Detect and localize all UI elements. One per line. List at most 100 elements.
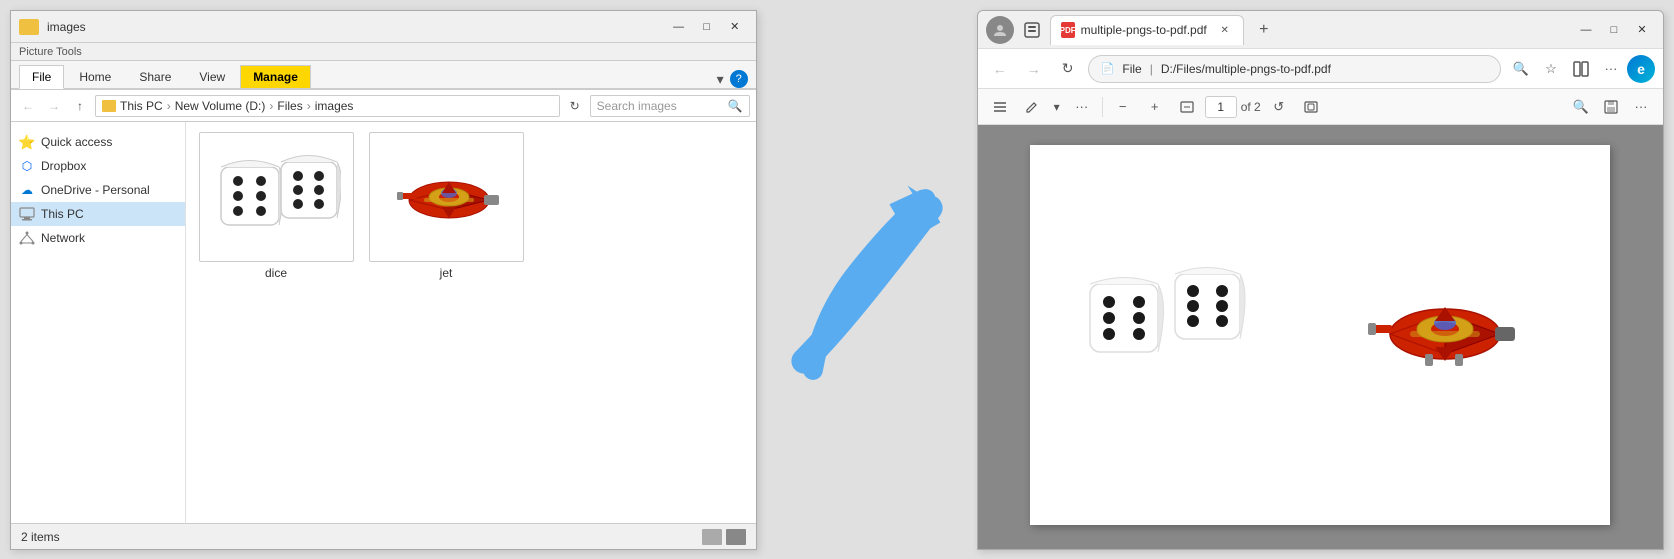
sidebar: ⭐ Quick access ⬡ Dropbox ☁ OneDrive - Pe… [11, 122, 186, 523]
browser-window-controls: — □ ✕ [1573, 20, 1655, 40]
more-tools-button[interactable]: ··· [1068, 93, 1096, 121]
pdf-jet-section [1340, 249, 1560, 422]
pdf-save-button[interactable] [1597, 93, 1625, 121]
refresh-button[interactable]: ↻ [564, 95, 586, 117]
network-icon [19, 230, 35, 246]
status-bar: 2 items [11, 523, 756, 549]
addr-url-path: D:/Files/multiple-pngs-to-pdf.pdf [1161, 62, 1331, 76]
file-indicator-icon: 📄 [1101, 62, 1115, 75]
tab-label: multiple-pngs-to-pdf.pdf [1081, 23, 1207, 37]
ribbon-expand-icon[interactable]: ▾ [717, 71, 724, 88]
split-screen-button[interactable] [1567, 55, 1595, 83]
toolbar-separator-1 [1102, 97, 1103, 117]
sidebar-label-dropbox: Dropbox [41, 159, 86, 173]
tab-file[interactable]: File [19, 65, 64, 89]
direction-arrow [777, 140, 957, 420]
details-view-icon[interactable] [702, 529, 722, 545]
sidebar-label-network: Network [41, 231, 85, 245]
browser-refresh-button[interactable]: ↻ [1054, 55, 1082, 83]
file-item-dice[interactable]: dice [196, 132, 356, 280]
minimize-button[interactable]: — [666, 17, 692, 37]
sidebar-item-dropbox[interactable]: ⬡ Dropbox [11, 154, 185, 178]
pdf-toolbar: ▾ ··· − + of 2 ↺ 🔍 ··· [978, 89, 1663, 125]
browser-close-button[interactable]: ✕ [1629, 20, 1655, 40]
view-icons [702, 529, 746, 545]
pdf-dice-image [1080, 249, 1280, 419]
annotation-button[interactable] [1018, 93, 1046, 121]
favorites-button[interactable]: ☆ [1537, 55, 1565, 83]
files-area: dice [186, 122, 756, 523]
sidebar-label-onedrive: OneDrive - Personal [41, 183, 150, 197]
tiles-view-icon[interactable] [726, 529, 746, 545]
more-button[interactable]: ··· [1597, 55, 1625, 83]
tab-view[interactable]: View [186, 65, 238, 88]
page-total: of 2 [1241, 100, 1261, 114]
browser-window: PDF multiple-pngs-to-pdf.pdf ✕ + — □ ✕ ←… [977, 10, 1664, 550]
ribbon: Picture Tools File Home Share View Manag… [11, 43, 756, 90]
pdf-jet-image [1340, 249, 1560, 419]
pdf-page [1030, 145, 1610, 525]
close-button[interactable]: ✕ [722, 17, 748, 37]
tab-home[interactable]: Home [66, 65, 124, 88]
up-button[interactable]: ↑ [69, 95, 91, 117]
star-icon: ⭐ [19, 134, 35, 150]
forward-button[interactable]: → [43, 95, 65, 117]
back-button[interactable]: ← [17, 95, 39, 117]
address-path[interactable]: This PC › New Volume (D:) › Files › imag… [95, 95, 560, 117]
rotate-button[interactable]: ↺ [1265, 93, 1293, 121]
addr-file-label: File [1122, 62, 1141, 76]
zoom-in-button[interactable]: + [1141, 93, 1169, 121]
sidebar-item-network[interactable]: Network [11, 226, 185, 250]
new-tab-button[interactable]: + [1250, 16, 1278, 44]
zoom-button[interactable]: 🔍 [1507, 55, 1535, 83]
browser-back-button[interactable]: ← [986, 55, 1014, 83]
address-bar: ← → ↑ This PC › New Volume (D:) › Files … [11, 90, 756, 122]
arrow-container [777, 10, 957, 550]
sidebar-item-this-pc[interactable]: This PC [11, 202, 185, 226]
jet-image [374, 140, 519, 255]
fit-page-button[interactable] [1297, 93, 1325, 121]
search-icon: 🔍 [728, 99, 743, 113]
picture-tools-label: Picture Tools [11, 43, 756, 61]
pdf-more-button[interactable]: ··· [1627, 93, 1655, 121]
folder-icon [19, 19, 39, 35]
address-input[interactable]: 📄 File | D:/Files/multiple-pngs-to-pdf.p… [1088, 55, 1501, 83]
maximize-button[interactable]: □ [694, 17, 720, 37]
dropbox-icon: ⬡ [19, 158, 35, 174]
browser-minimize-button[interactable]: — [1573, 20, 1599, 40]
tab-share[interactable]: Share [126, 65, 184, 88]
status-text: 2 items [21, 530, 60, 544]
browser-tab-pdf[interactable]: PDF multiple-pngs-to-pdf.pdf ✕ [1050, 15, 1244, 45]
file-item-jet[interactable]: jet [366, 132, 526, 280]
explorer-title-bar: images — □ ✕ [11, 11, 756, 43]
help-icon[interactable]: ? [730, 70, 748, 88]
pdf-search-button[interactable]: 🔍 [1567, 93, 1595, 121]
sidebar-item-quick-access[interactable]: ⭐ Quick access [11, 130, 185, 154]
pdf-viewer [978, 125, 1663, 549]
search-placeholder: Search images [597, 99, 677, 113]
pdf-toolbar-right: 🔍 ··· [1567, 93, 1655, 121]
browser-forward-button[interactable]: → [1020, 55, 1048, 83]
onedrive-icon: ☁ [19, 182, 35, 198]
browser-title-bar: PDF multiple-pngs-to-pdf.pdf ✕ + — □ ✕ [978, 11, 1663, 49]
zoom-out-button[interactable]: − [1109, 93, 1137, 121]
browser-maximize-button[interactable]: □ [1601, 20, 1627, 40]
table-of-contents-button[interactable] [986, 93, 1014, 121]
ribbon-tabs: File Home Share View Manage ▾ ? [11, 61, 756, 89]
tab-close-button[interactable]: ✕ [1217, 22, 1233, 38]
fit-width-button[interactable] [1173, 93, 1201, 121]
explorer-window-controls: — □ ✕ [666, 17, 748, 37]
file-thumbnail-dice [199, 132, 354, 262]
browser-toolbar-right: 🔍 ☆ ··· e [1507, 55, 1655, 83]
tab-manage[interactable]: Manage [240, 65, 311, 88]
collections-icon[interactable] [1020, 18, 1044, 42]
dice-image [211, 142, 341, 252]
page-number-input[interactable] [1205, 96, 1237, 118]
search-box[interactable]: Search images 🔍 [590, 95, 750, 117]
annotation-dropdown[interactable]: ▾ [1050, 96, 1064, 118]
pdf-dice-section [1080, 249, 1280, 422]
profile-icon[interactable] [986, 16, 1014, 44]
sidebar-item-onedrive[interactable]: ☁ OneDrive - Personal [11, 178, 185, 202]
browser-address-bar: ← → ↻ 📄 File | D:/Files/multiple-pngs-to… [978, 49, 1663, 89]
file-name-jet: jet [440, 266, 453, 280]
